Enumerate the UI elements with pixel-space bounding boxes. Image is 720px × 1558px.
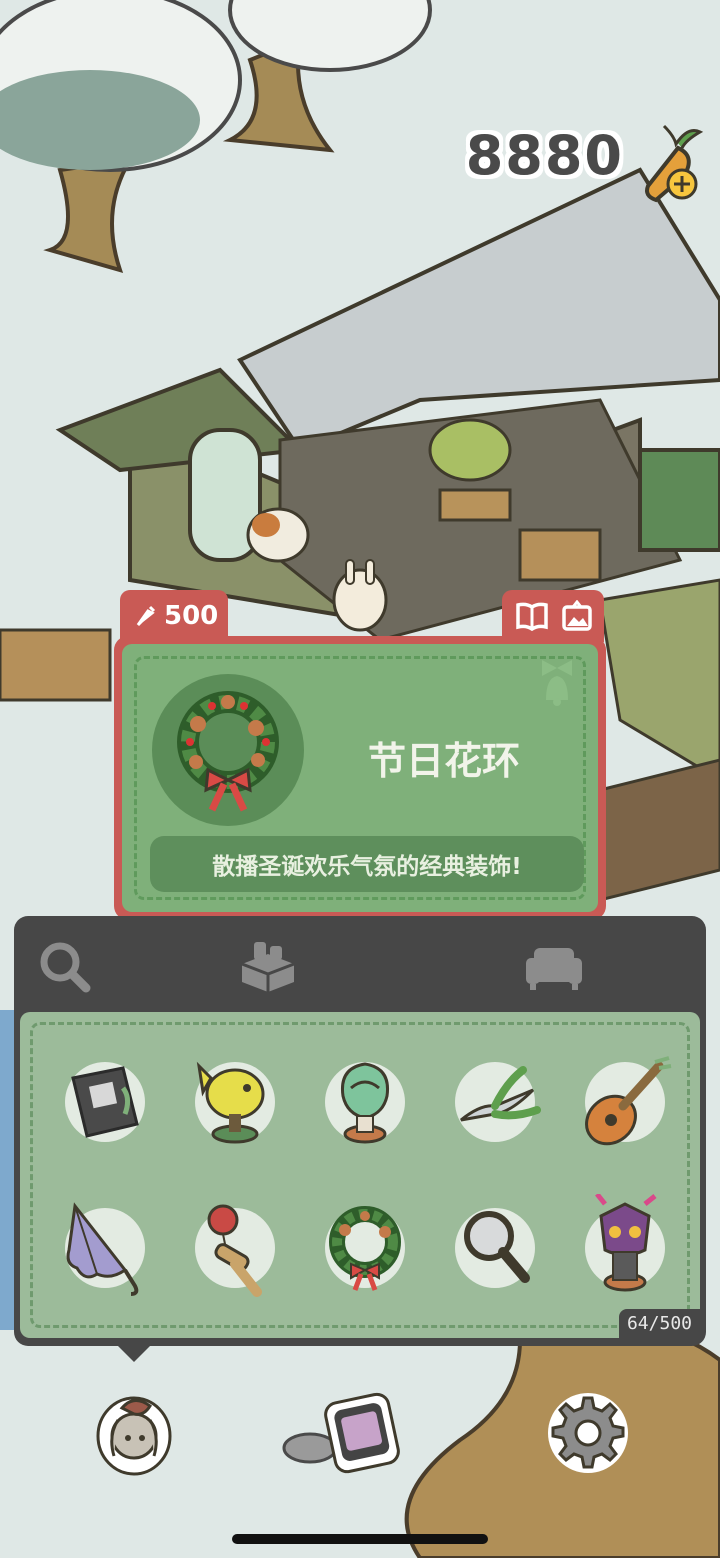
inventory-slot[interactable] (65, 1202, 145, 1296)
sofa-icon (526, 948, 582, 990)
pruning-shears-icon (460, 1066, 541, 1122)
inventory-count: 64/500 (618, 1309, 700, 1338)
inventory-slot[interactable] (455, 1208, 535, 1288)
tab-crate[interactable] (236, 934, 300, 998)
bell-bow-icon (542, 660, 572, 706)
kendama-icon (207, 1204, 262, 1297)
wreath-icon (329, 1206, 401, 1291)
inventory-panel: 64/500 (14, 916, 706, 1346)
carrot-count-text: 8880 (465, 124, 624, 187)
phone-icon (324, 1392, 400, 1474)
item-preview (152, 674, 304, 826)
bonsai-book-icon (71, 1066, 139, 1138)
item-name: 节日花环 (368, 739, 521, 783)
inventory-slot[interactable] (195, 1204, 275, 1297)
item-detail-card: 节日花环 散播圣诞欢乐气氛的经典装饰! (114, 636, 606, 920)
carrot-plus-icon[interactable] (634, 116, 710, 206)
inventory-grid: 64/500 (20, 1012, 700, 1338)
panel-pointer (116, 1344, 152, 1362)
home-indicator[interactable] (232, 1534, 488, 1544)
rabbit-avatar-button[interactable] (92, 1386, 176, 1478)
inventory-slot[interactable] (585, 1056, 672, 1146)
tab-furniture[interactable] (522, 934, 586, 998)
settings-button[interactable] (544, 1388, 632, 1478)
tab-search[interactable] (32, 934, 96, 998)
search-icon (40, 942, 91, 993)
settings-gear-icon (548, 1393, 628, 1473)
inventory-tabs (14, 916, 706, 1012)
photo-icon[interactable] (561, 600, 593, 632)
card-actions (502, 590, 604, 642)
item-price: 500 (164, 601, 219, 631)
item-description: 散播圣诞欢乐气氛的经典装饰! (150, 836, 584, 892)
inventory-slot[interactable] (325, 1062, 405, 1144)
inventory-slot[interactable] (585, 1194, 665, 1292)
book-icon[interactable] (514, 601, 550, 631)
lute-icon (585, 1056, 672, 1146)
phone-button[interactable] (316, 1386, 408, 1480)
inventory-slot[interactable] (195, 1061, 275, 1144)
magnifier-icon (464, 1211, 530, 1283)
wreath-icon (177, 691, 279, 812)
fish-trophy-icon (196, 1061, 265, 1144)
inventory-slot[interactable] (325, 1206, 405, 1291)
crate-icon (241, 942, 295, 992)
price-tab: 500 (120, 590, 228, 642)
carrot-icon (136, 605, 156, 627)
mask-statue-icon (595, 1194, 657, 1292)
inventory-slot[interactable] (65, 1062, 145, 1142)
rabbit-avatar-icon (96, 1396, 172, 1476)
guinea-pig-npc (246, 507, 310, 563)
umbrella-icon (66, 1202, 139, 1296)
green-statue-icon (340, 1062, 390, 1144)
inventory-slot[interactable] (455, 1062, 541, 1142)
